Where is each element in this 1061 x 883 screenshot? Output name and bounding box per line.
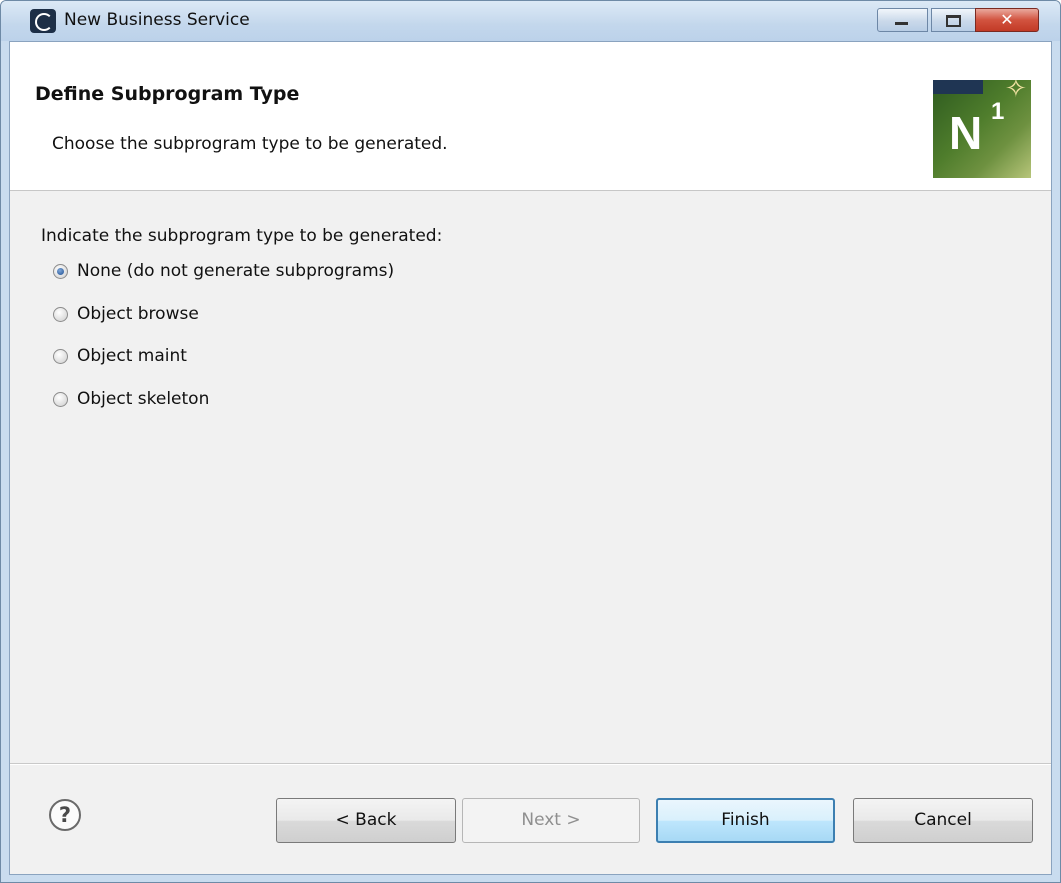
radio-button-icon[interactable]	[53, 348, 68, 364]
title-bar[interactable]: New Business Service ✕	[1, 1, 1060, 41]
logo-letter: N	[949, 107, 983, 159]
next-button[interactable]: Next >	[462, 798, 640, 843]
window-title: New Business Service	[64, 10, 250, 30]
radio-option-object-browse[interactable]: Object browse	[53, 302, 199, 326]
sparkle-icon: ✧	[1005, 80, 1027, 104]
radio-button-icon[interactable]	[53, 391, 68, 407]
dialog-window: New Business Service ✕ Define Subprogram…	[0, 0, 1061, 883]
wizard-header: Define Subprogram Type Choose the subpro…	[10, 42, 1051, 191]
close-icon: ✕	[1000, 10, 1014, 29]
cancel-button[interactable]: Cancel	[853, 798, 1033, 843]
radio-option-none[interactable]: None (do not generate subprograms)	[53, 259, 394, 283]
radio-label[interactable]: Object maint	[77, 346, 187, 366]
app-icon	[30, 9, 56, 33]
footer-separator	[10, 763, 1051, 765]
logo-bar	[933, 80, 983, 94]
page-title: Define Subprogram Type	[35, 83, 300, 105]
radio-option-object-maint[interactable]: Object maint	[53, 344, 187, 368]
page-description: Choose the subprogram type to be generat…	[52, 134, 448, 154]
maximize-button[interactable]	[931, 8, 976, 32]
logo-superscript: 1	[991, 98, 1005, 125]
minimize-icon	[895, 22, 908, 25]
subprogram-type-prompt: Indicate the subprogram type to be gener…	[41, 226, 443, 246]
radio-label[interactable]: Object browse	[77, 304, 199, 324]
help-button[interactable]: ?	[49, 799, 81, 831]
radio-option-object-skeleton[interactable]: Object skeleton	[53, 387, 209, 411]
close-button[interactable]: ✕	[975, 8, 1039, 32]
radio-label[interactable]: None (do not generate subprograms)	[77, 261, 394, 281]
finish-button[interactable]: Finish	[656, 798, 835, 843]
natural-one-logo-icon: ✧ N 1	[933, 80, 1031, 178]
help-icon: ?	[58, 803, 72, 827]
radio-button-icon[interactable]	[53, 306, 68, 322]
back-button[interactable]: < Back	[276, 798, 456, 843]
minimize-button[interactable]	[877, 8, 928, 32]
dialog-client-area: Define Subprogram Type Choose the subpro…	[9, 41, 1052, 875]
maximize-icon	[946, 15, 961, 27]
radio-button-icon[interactable]	[53, 263, 68, 279]
radio-label[interactable]: Object skeleton	[77, 389, 209, 409]
